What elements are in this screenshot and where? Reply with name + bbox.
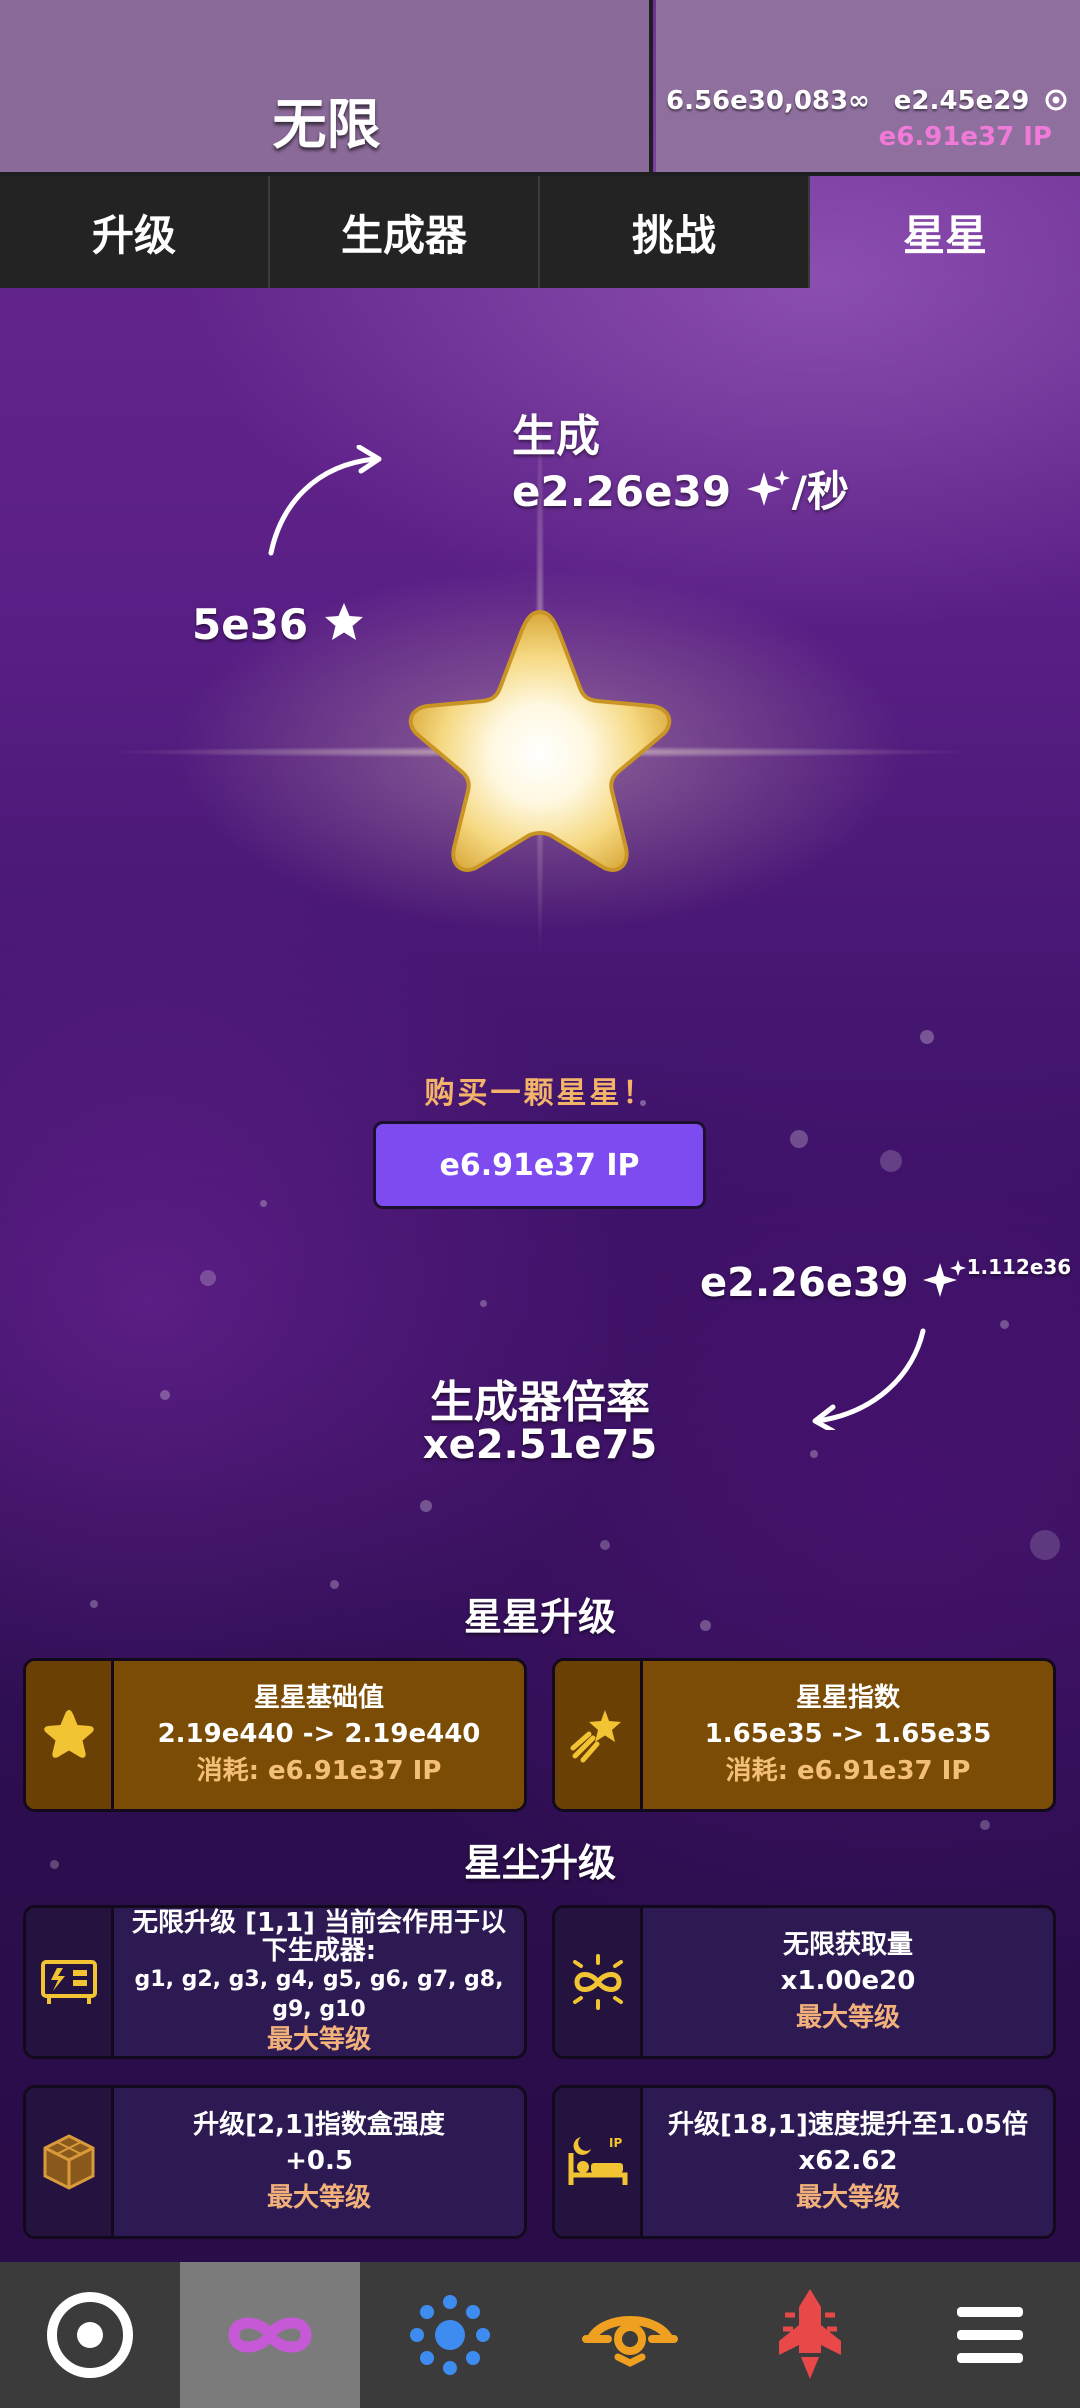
star-count: 5e36 <box>192 600 365 653</box>
upgrade-star-base[interactable]: 星星基础值 2.19e440 -> 2.19e440 消耗: e6.91e37 … <box>23 1658 527 1812</box>
stardust-upgrades-title: 星尘升级 <box>463 1841 616 1885</box>
upgrade-title: 星星基础值 <box>253 1683 384 1713</box>
big-star-icon <box>408 609 672 872</box>
tab-challenges[interactable]: 挑战 <box>540 176 810 288</box>
star-upgrades-title: 星星升级 <box>463 1595 616 1639</box>
resource-panel: 6.56e30,083∞ e2.45e29 e6.91e37 IP <box>656 0 1080 176</box>
nav-infinity[interactable] <box>180 2262 360 2408</box>
upgrade-speed-boost[interactable]: IP 升级[18,1]速度提升至1.05倍 x62.62 最大等级 <box>552 2085 1056 2239</box>
cube-icon <box>26 2088 114 2236</box>
nav-eternity[interactable] <box>360 2262 540 2408</box>
stardust-value: e2.26e39 <box>700 1260 909 1306</box>
upgrade-infinity-gain[interactable]: 无限获取量 x1.00e20 最大等级 <box>552 1905 1056 2059</box>
upgrade-status: 最大等级 <box>795 2003 900 2033</box>
infinity-resource: 6.56e30,083∞ <box>666 86 870 116</box>
generation-rate: e2.26e39 /秒 <box>512 458 849 520</box>
generation-label: 生成 <box>512 411 600 462</box>
upgrade-value: x62.62 <box>798 2146 898 2176</box>
svg-text:IP: IP <box>609 2136 622 2150</box>
upgrade-value: x1.00e20 <box>780 1966 916 1996</box>
ip-amount: e6.91e37 IP <box>878 122 1052 152</box>
resource-line: 6.56e30,083∞ e2.45e29 <box>666 86 1068 119</box>
nav-challenge[interactable] <box>720 2262 900 2408</box>
buy-star-button[interactable]: e6.91e37 IP <box>373 1121 706 1209</box>
tab-stars[interactable]: 星星 <box>810 176 1080 288</box>
buy-star-prompt: 购买一颗星星！ <box>424 1076 656 1111</box>
header-title-panel: 无限 <box>0 0 653 176</box>
target-icon <box>1044 88 1068 119</box>
star-icon <box>26 1661 114 1809</box>
big-star-button[interactable] <box>390 600 690 900</box>
upgrade-infinity-generators[interactable]: 无限升级 [1,1] 当前会作用于以下生成器: g1, g2, g3, g4, … <box>23 1905 527 2059</box>
eye-icon <box>582 2316 678 2367</box>
upgrade-status: 最大等级 <box>266 2025 371 2055</box>
upgrade-title: 升级[2,1]指数盒强度 <box>193 2110 445 2140</box>
arrow-up-icon <box>268 445 382 556</box>
upgrade-value: +0.5 <box>285 2146 353 2176</box>
stardust-exponent: 1.112e36 <box>966 1255 1072 1279</box>
secondary-resource: e2.45e29 <box>893 86 1030 116</box>
nav-prestige[interactable] <box>0 2262 180 2408</box>
bottom-nav <box>0 2262 1080 2408</box>
sleep-ip-icon: IP <box>555 2088 643 2236</box>
upgrade-status: 最大等级 <box>266 2183 371 2213</box>
generation-rate-value: e2.26e39 <box>512 467 732 516</box>
sparkle-icon <box>922 1258 967 1310</box>
infinity-gain-icon <box>555 1908 643 2056</box>
upgrade-value: g1, g2, g3, g4, g5, g6, g7, g8, g9, g10 <box>134 1967 504 2022</box>
page-title: 无限 <box>272 93 381 156</box>
upgrade-star-exponent[interactable]: 星星指数 1.65e35 -> 1.65e35 消耗: e6.91e37 IP <box>552 1658 1056 1812</box>
top-header: 无限 6.56e30,083∞ e2.45e29 e6.91e37 IP <box>0 0 1080 176</box>
small-star-icon <box>323 601 365 653</box>
upgrade-title: 星星指数 <box>795 1683 900 1713</box>
generation-rate-unit: /秒 <box>791 467 850 516</box>
star-count-value: 5e36 <box>192 600 309 649</box>
menu-icon <box>957 2307 1023 2363</box>
rocket-icon <box>779 2289 841 2379</box>
nav-reality[interactable] <box>540 2262 720 2408</box>
infinity-icon <box>228 2317 312 2353</box>
tab-generators[interactable]: 生成器 <box>270 176 540 288</box>
upgrade-status: 最大等级 <box>795 2183 900 2213</box>
upgrade-exponent-box[interactable]: 升级[2,1]指数盒强度 +0.5 最大等级 <box>23 2085 527 2239</box>
dots-icon <box>410 2295 490 2375</box>
multiplier-value: xe2.51e75 <box>422 1422 658 1468</box>
upgrade-title: 升级[18,1]速度提升至1.05倍 <box>667 2110 1029 2140</box>
upgrade-cost: 消耗: e6.91e37 IP <box>725 1756 971 1786</box>
shooting-star-icon <box>555 1661 643 1809</box>
upgrade-cost: 消耗: e6.91e37 IP <box>196 1756 442 1786</box>
multiplier-label: 生成器倍率 <box>430 1377 650 1428</box>
upgrade-value: 2.19e440 -> 2.19e440 <box>157 1719 481 1749</box>
generator-icon <box>26 1908 114 2056</box>
sparkle-icon <box>746 468 792 520</box>
tab-bar: 升级 生成器 挑战 星星 <box>0 176 1080 288</box>
upgrade-title: 无限升级 [1,1] 当前会作用于以下生成器: <box>132 1908 506 1966</box>
upgrade-title: 无限获取量 <box>782 1930 913 1960</box>
tab-upgrades[interactable]: 升级 <box>0 176 270 288</box>
nav-menu[interactable] <box>900 2262 1080 2408</box>
upgrade-value: 1.65e35 -> 1.65e35 <box>704 1719 992 1749</box>
stardust-amount: e2.26e39 1.112e36 <box>700 1255 1071 1310</box>
prestige-icon <box>47 2292 133 2378</box>
